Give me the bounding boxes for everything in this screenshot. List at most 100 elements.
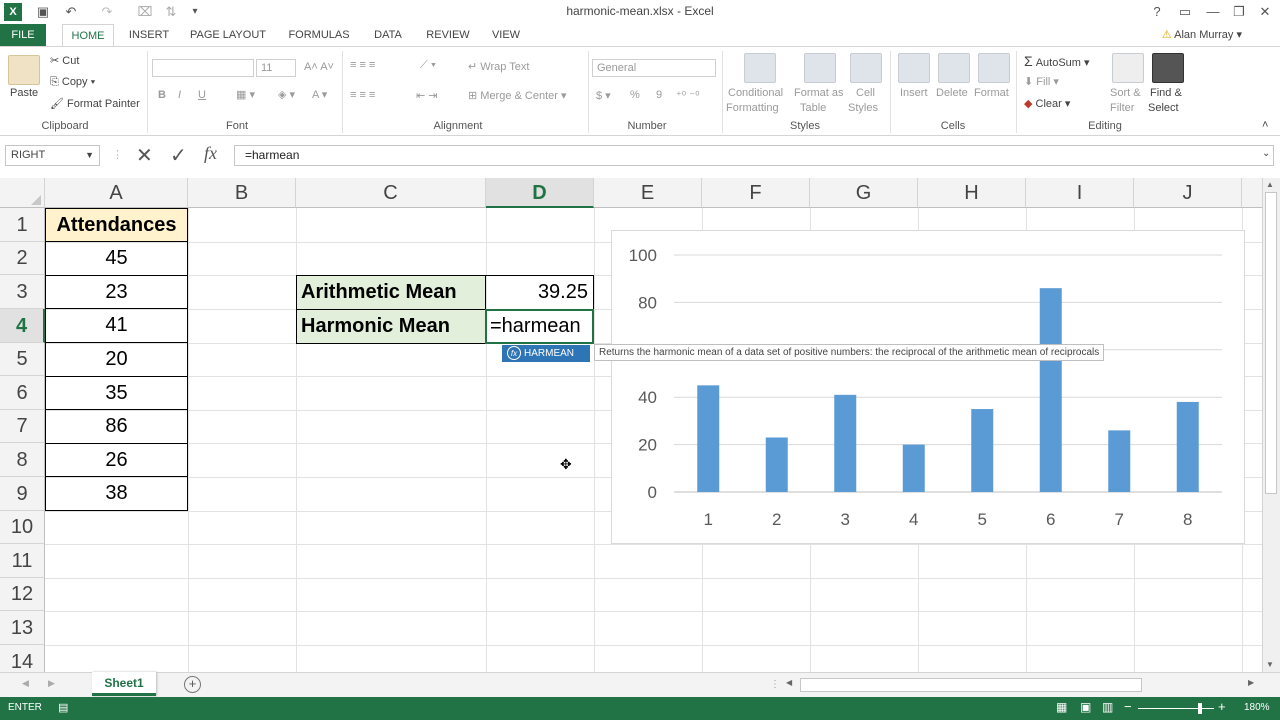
cell-attendance[interactable]: 23 (45, 276, 188, 309)
cell-attendance[interactable]: 26 (45, 444, 188, 477)
tab-view[interactable]: VIEW (486, 24, 526, 46)
row-header-2[interactable]: 2 (0, 242, 45, 275)
scroll-down-icon[interactable]: ▼ (1266, 660, 1274, 669)
borders-icon[interactable]: ▦ ▾ (236, 88, 255, 101)
cell-styles-line1[interactable]: Cell (856, 87, 875, 99)
drag-handle-icon[interactable]: ⋮ (112, 148, 123, 161)
zoom-out-icon[interactable]: − (1124, 699, 1132, 714)
column-header-j[interactable]: J (1134, 178, 1242, 208)
currency-icon[interactable]: $ ▾ (596, 89, 611, 102)
fill-color-icon[interactable]: ◈ ▾ (278, 88, 295, 101)
user-account[interactable]: ⚠ Alan Murray ▾ (1162, 24, 1242, 46)
expand-formula-bar-icon[interactable]: ⌄ (1262, 148, 1270, 159)
column-header-g[interactable]: G (810, 178, 918, 208)
tab-file[interactable]: FILE (0, 24, 46, 46)
cell-harmonic-mean-label[interactable]: Harmonic Mean (296, 309, 486, 344)
ribbon-display-icon[interactable]: ▭ (1174, 2, 1196, 22)
fill-button[interactable]: ⬇ Fill ▾ (1024, 75, 1059, 88)
font-color-icon[interactable]: A ▾ (312, 88, 327, 101)
row-header-4[interactable]: 4 (0, 309, 45, 343)
row-header-8[interactable]: 8 (0, 443, 45, 477)
column-header-i[interactable]: I (1026, 178, 1134, 208)
align-left-icon[interactable]: ≡ ≡ ≡ (350, 89, 375, 101)
sort-filter-icon[interactable] (1112, 53, 1144, 83)
cell-arithmetic-mean-label[interactable]: Arithmetic Mean (296, 275, 486, 310)
merge-center-button[interactable]: ⊞ Merge & Center ▾ (468, 89, 567, 102)
tab-review[interactable]: REVIEW (420, 24, 476, 46)
autocomplete-item-harmean[interactable]: fx HARMEAN (502, 345, 590, 362)
cell-attendance[interactable]: 35 (45, 377, 188, 410)
percent-button[interactable]: % (630, 89, 640, 101)
tab-data[interactable]: DATA (366, 24, 410, 46)
cell-styles-icon[interactable] (850, 53, 882, 83)
wrap-text-button[interactable]: ↵ Wrap Text (468, 60, 529, 73)
orientation-icon[interactable]: ⟋ ▾ (420, 59, 436, 72)
tab-formulas[interactable]: FORMULAS (282, 24, 356, 46)
italic-button[interactable]: I (178, 89, 181, 101)
zoom-in-icon[interactable]: + (1218, 699, 1226, 714)
cell-attendance[interactable]: 86 (45, 410, 188, 444)
align-top-icon[interactable]: ≡ ≡ ≡ (350, 59, 375, 71)
next-sheet-icon[interactable]: ▶ (48, 678, 55, 689)
row-header-11[interactable]: 11 (0, 544, 45, 578)
column-header-d[interactable]: D (486, 178, 594, 208)
conditional-formatting-icon[interactable] (744, 53, 776, 83)
tab-insert[interactable]: INSERT (124, 24, 174, 46)
cell-attendance[interactable]: 45 (45, 242, 188, 276)
restore-icon[interactable]: ❐ (1228, 2, 1250, 22)
column-header-c[interactable]: C (296, 178, 486, 208)
column-header-b[interactable]: B (188, 178, 296, 208)
select-all-corner[interactable] (0, 178, 45, 208)
tab-split-handle-icon[interactable]: ⋮ (770, 679, 780, 690)
zoom-slider-track[interactable] (1138, 708, 1214, 709)
minimize-icon[interactable]: — (1202, 2, 1224, 22)
row-header-3[interactable]: 3 (0, 275, 45, 309)
bar-chart[interactable]: 02040608010012345678 (611, 230, 1245, 544)
bold-button[interactable]: B (158, 89, 166, 101)
delete-cells-icon[interactable] (938, 53, 970, 83)
tab-home[interactable]: HOME (62, 24, 114, 47)
row-header-1[interactable]: 1 (0, 208, 45, 242)
format-painter-button[interactable]: 🖌 Format Painter (50, 97, 140, 110)
cell-attendance[interactable]: 38 (45, 477, 188, 511)
worksheet-grid[interactable]: A B C D E F G H I J 1 2 3 4 5 6 7 8 9 10… (0, 178, 1262, 672)
tab-page-layout[interactable]: PAGE LAYOUT (184, 24, 272, 46)
cut-button[interactable]: ✂ Cut (50, 54, 79, 67)
conditional-formatting-line2[interactable]: Formatting (726, 102, 779, 114)
column-header-k[interactable] (1242, 178, 1262, 208)
font-size-box[interactable]: 11 (256, 59, 296, 77)
help-button[interactable]: ? (1146, 2, 1168, 22)
format-cells-icon[interactable] (978, 53, 1010, 83)
zoom-slider-thumb[interactable] (1198, 703, 1202, 714)
format-as-table-line1[interactable]: Format as (794, 87, 844, 99)
scroll-right-icon[interactable]: ▶ (1248, 678, 1254, 687)
name-box[interactable]: RIGHT ▼ (5, 145, 100, 166)
row-header-14[interactable]: 14 (0, 645, 45, 672)
indent-icon[interactable]: ⇤ ⇥ (416, 89, 438, 102)
paste-button[interactable]: Paste (10, 87, 38, 99)
close-icon[interactable]: ✕ (1254, 2, 1276, 22)
column-header-a[interactable]: A (45, 178, 188, 208)
row-header-5[interactable]: 5 (0, 343, 45, 376)
macro-record-icon[interactable]: ▤ (58, 701, 68, 714)
page-layout-view-icon[interactable]: ▣ (1080, 700, 1091, 714)
row-header-7[interactable]: 7 (0, 410, 45, 443)
scroll-left-icon[interactable]: ◀ (786, 678, 792, 687)
confirm-entry-icon[interactable]: ✓ (170, 143, 187, 168)
row-header-9[interactable]: 9 (0, 477, 45, 511)
find-select-line1[interactable]: Find & (1150, 87, 1182, 99)
sort-filter-line1[interactable]: Sort & (1110, 87, 1141, 99)
decimal-icon[interactable]: ⁺⁰ ⁻⁰ (676, 89, 700, 102)
cell-harmonic-mean-editing[interactable]: =harmean (485, 309, 594, 344)
column-header-f[interactable]: F (702, 178, 810, 208)
cancel-entry-icon[interactable]: ✕ (136, 143, 153, 168)
clear-button[interactable]: ◆ Clear ▾ (1024, 97, 1070, 110)
sheet-tab-sheet1[interactable]: Sheet1 (92, 672, 156, 696)
format-as-table-icon[interactable] (804, 53, 836, 83)
cell-a1-header[interactable]: Attendances (45, 208, 188, 242)
paste-icon[interactable] (8, 55, 40, 85)
cell-arithmetic-mean-value[interactable]: 39.25 (485, 275, 594, 310)
font-grow-shrink-icon[interactable]: A˄ A˅ (304, 61, 334, 73)
new-sheet-icon[interactable]: + (184, 676, 201, 693)
insert-cells-icon[interactable] (898, 53, 930, 83)
